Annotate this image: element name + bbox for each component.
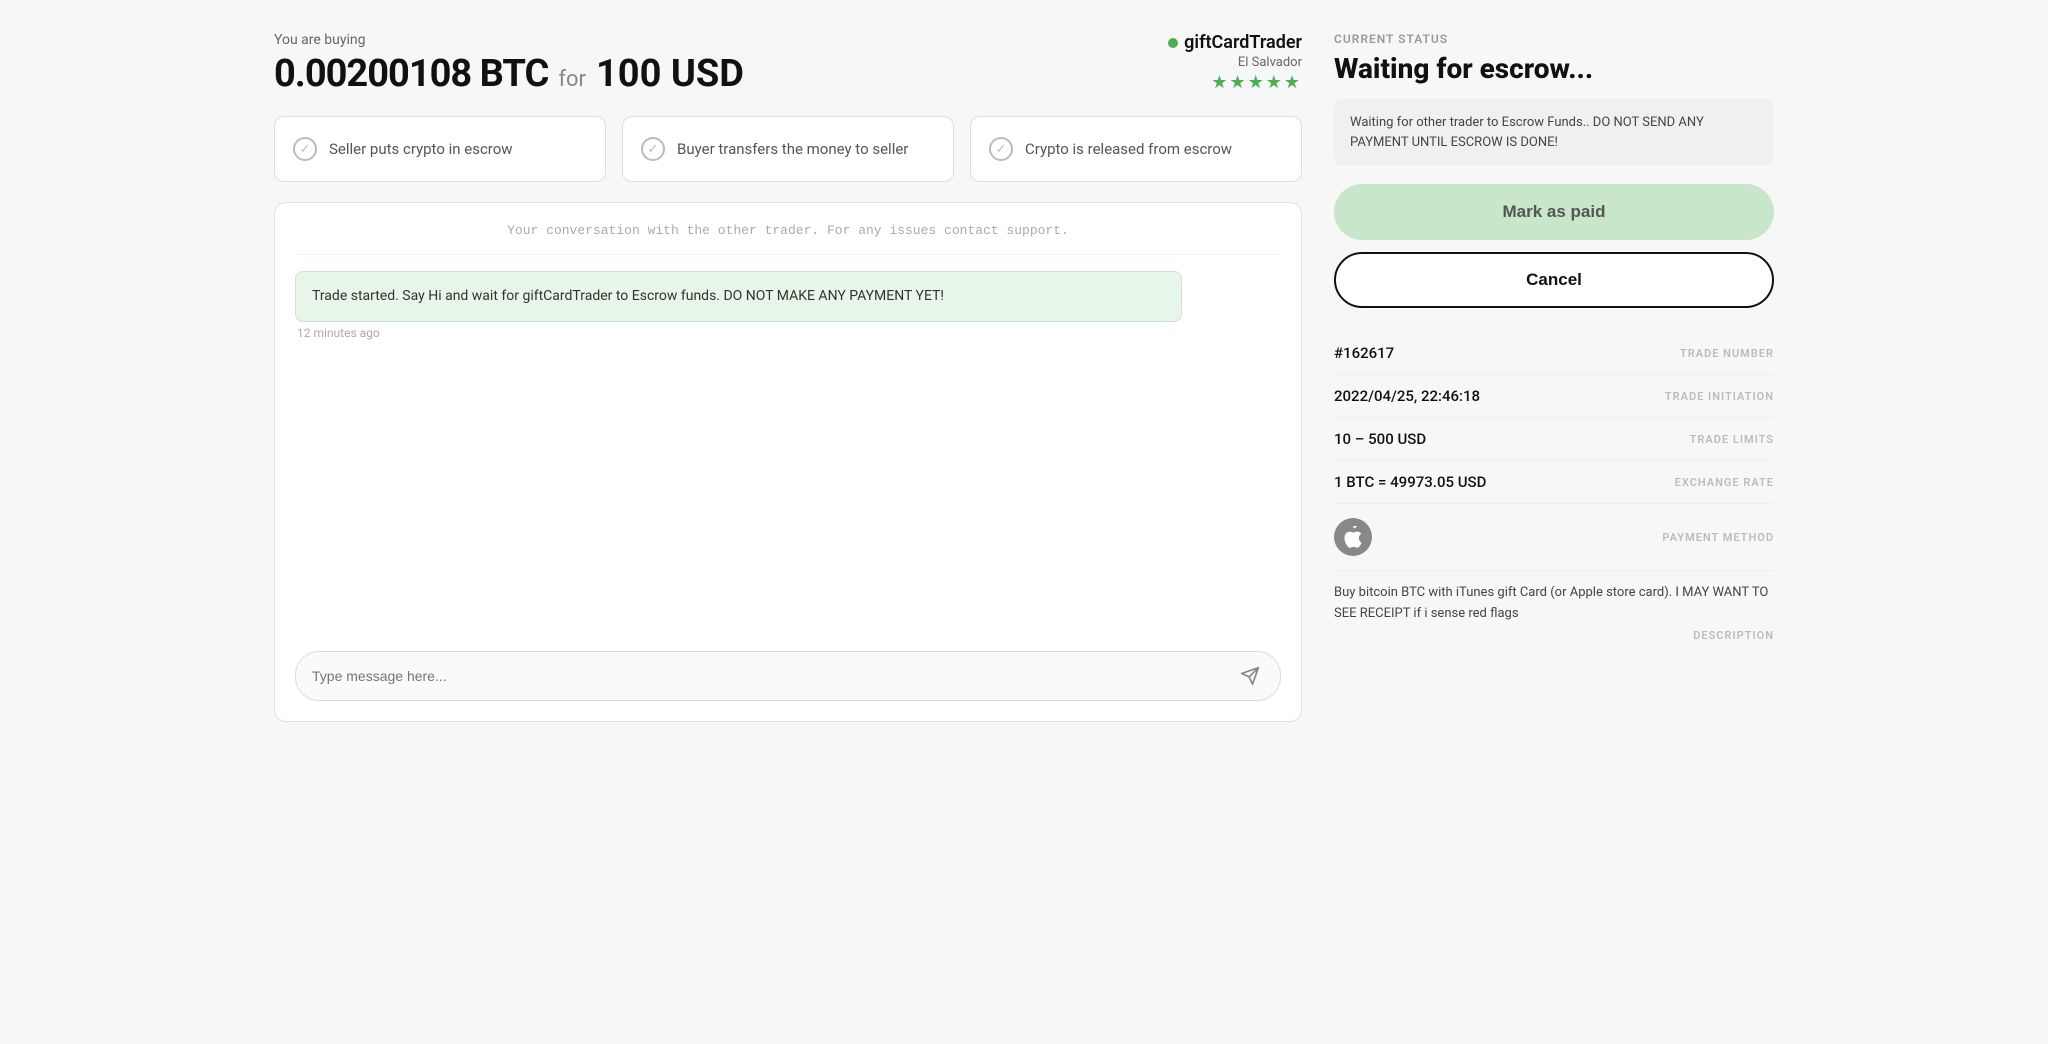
send-icon [1240,666,1260,686]
for-label: for [558,67,586,92]
chat-input[interactable] [312,668,1236,684]
chat-hint: Your conversation with the other trader.… [295,223,1281,255]
trade-initiation-row: 2022/04/25, 22:46:18 TRADE INITIATION [1334,375,1774,418]
chat-messages: Trade started. Say Hi and wait for giftC… [295,271,1281,631]
btc-amount: 0.00200108 BTC [274,52,548,96]
step-check-2: ✓ [641,137,665,161]
payment-method-row: PAYMENT METHOD [1334,504,1774,571]
trade-initiation-label: TRADE INITIATION [1665,390,1774,403]
step-check-3: ✓ [989,137,1013,161]
description-text: Buy bitcoin BTC with iTunes gift Card (o… [1334,571,1774,625]
chat-input-row[interactable] [295,651,1281,701]
trade-number-label: TRADE NUMBER [1680,347,1774,360]
steps-row: ✓ Seller puts crypto in escrow ✓ Buyer t… [274,116,1302,182]
step-label-2: Buyer transfers the money to seller [677,139,908,160]
usd-amount: 100 USD [596,52,744,96]
chat-timestamp: 12 minutes ago [297,326,1281,340]
online-dot [1168,38,1178,48]
step-card-1: ✓ Seller puts crypto in escrow [274,116,606,182]
trader-name: giftCardTrader [1184,32,1302,53]
escrow-warning: Waiting for other trader to Escrow Funds… [1334,99,1774,166]
current-status-label: CURRENT STATUS [1334,32,1774,46]
step-check-1: ✓ [293,137,317,161]
step-card-2: ✓ Buyer transfers the money to seller [622,116,954,182]
payment-method-label: PAYMENT METHOD [1662,531,1774,544]
cancel-button[interactable]: Cancel [1334,252,1774,308]
trader-location: El Salvador [1168,55,1302,70]
step-card-3: ✓ Crypto is released from escrow [970,116,1302,182]
status-title: Waiting for escrow... [1334,52,1774,85]
description-section: Buy bitcoin BTC with iTunes gift Card (o… [1334,571,1774,642]
exchange-rate-value: 1 BTC = 49973.05 USD [1334,473,1486,491]
trade-limits-value: 10 – 500 USD [1334,430,1426,448]
trade-number-row: #162617 TRADE NUMBER [1334,332,1774,375]
send-button[interactable] [1236,662,1264,690]
trade-number-value: #162617 [1334,344,1394,362]
description-label: DESCRIPTION [1334,629,1774,642]
apple-icon [1334,518,1372,556]
trade-limits-row: 10 – 500 USD TRADE LIMITS [1334,418,1774,461]
mark-paid-button[interactable]: Mark as paid [1334,184,1774,240]
exchange-rate-label: EXCHANGE RATE [1675,476,1774,489]
chat-container: Your conversation with the other trader.… [274,202,1302,722]
step-label-3: Crypto is released from escrow [1025,139,1232,160]
trader-stars: ★★★★★ [1168,72,1302,93]
chat-bubble: Trade started. Say Hi and wait for giftC… [295,271,1281,340]
trade-initiation-value: 2022/04/25, 22:46:18 [1334,387,1480,405]
exchange-rate-row: 1 BTC = 49973.05 USD EXCHANGE RATE [1334,461,1774,504]
step-label-1: Seller puts crypto in escrow [329,139,513,160]
you-are-buying-label: You are buying [274,32,744,48]
trade-limits-label: TRADE LIMITS [1690,433,1774,446]
chat-bubble-text: Trade started. Say Hi and wait for giftC… [295,271,1182,322]
apple-logo-icon [1344,526,1362,548]
